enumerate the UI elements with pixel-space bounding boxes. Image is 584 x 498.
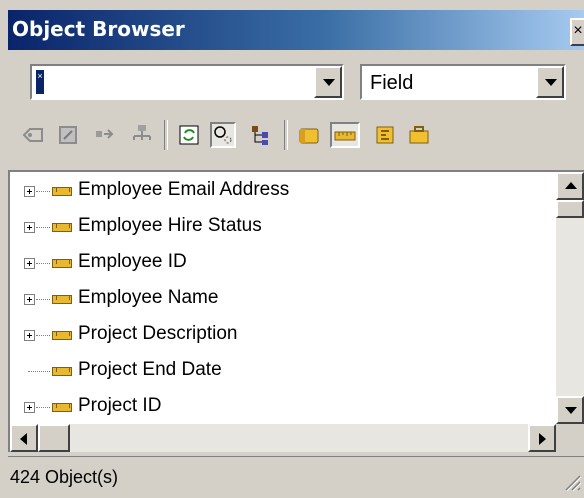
close-icon: ×: [573, 22, 583, 39]
field-icon: [52, 223, 72, 232]
refresh-icon[interactable]: [176, 122, 202, 148]
tree-item[interactable]: Project Description: [10, 320, 550, 350]
tree-item-label: Employee Hire Status: [78, 215, 262, 236]
object-type-dropdown-button[interactable]: [536, 66, 564, 98]
briefcase-icon[interactable]: [406, 122, 432, 148]
tree-item-label: Employee Email Address: [78, 179, 290, 200]
text-cursor-marker: ×: [36, 70, 44, 94]
tree-connector: [36, 407, 50, 409]
tree-connector: [36, 227, 50, 229]
scroll-corner: [556, 424, 584, 452]
scroll-left-button[interactable]: [10, 424, 38, 452]
object-filter-combo[interactable]: ×: [30, 64, 344, 100]
object-type-value: Field: [370, 72, 414, 94]
toolbar-separator: [284, 120, 288, 150]
tree-connector: [28, 371, 50, 373]
resize-grip-icon[interactable]: [562, 472, 582, 492]
vertical-scrollbar[interactable]: [556, 172, 584, 424]
expand-icon[interactable]: [24, 294, 35, 305]
field-icon: [52, 259, 72, 268]
tag-icon[interactable]: [20, 122, 46, 148]
scroll-down-button[interactable]: [556, 396, 584, 424]
tree-item[interactable]: Employee Hire Status: [10, 212, 550, 242]
horizontal-scroll-thumb[interactable]: [38, 424, 70, 452]
hierarchy-icon[interactable]: [128, 122, 154, 148]
window-title: Object Browser: [12, 17, 185, 41]
tree-item[interactable]: Project End Date: [10, 356, 550, 386]
object-tree[interactable]: Employee Email Address Employee Hire Sta…: [8, 170, 584, 452]
tree-item[interactable]: Employee ID: [10, 248, 550, 278]
expand-icon[interactable]: [24, 222, 35, 233]
toolbar: [8, 116, 578, 156]
table-icon[interactable]: [296, 122, 322, 148]
expand-icon[interactable]: [24, 330, 35, 341]
object-filter-dropdown-button[interactable]: [314, 66, 342, 98]
field-icon: [52, 187, 72, 196]
horizontal-scrollbar[interactable]: [10, 424, 556, 452]
tree-item-label: Employee Name: [78, 287, 219, 308]
tree-icon[interactable]: [248, 122, 274, 148]
scroll-right-button[interactable]: [528, 424, 556, 452]
tree-item-label: Project ID: [78, 395, 162, 416]
object-browser-window: Object Browser × × Field Employee Email …: [0, 0, 584, 498]
find-icon[interactable]: [56, 122, 82, 148]
field-icon[interactable]: [330, 122, 360, 148]
tree-connector: [36, 299, 50, 301]
tree-item-label: Employee ID: [78, 251, 187, 272]
goto-icon[interactable]: [92, 122, 118, 148]
object-count: 424 Object(s): [10, 467, 119, 487]
vertical-scroll-thumb[interactable]: [556, 200, 584, 218]
tree-item-label: Project End Date: [78, 359, 222, 380]
field-icon: [52, 403, 72, 412]
document-icon[interactable]: [372, 122, 398, 148]
tree-item[interactable]: Employee Name: [10, 284, 550, 314]
expand-icon[interactable]: [24, 258, 35, 269]
toolbar-separator: [164, 120, 168, 150]
expand-icon[interactable]: [24, 402, 35, 413]
object-type-combo[interactable]: Field: [360, 64, 566, 100]
tree-item-label: Project Description: [78, 323, 238, 344]
tree-item[interactable]: Employee Email Address: [10, 176, 550, 206]
close-button[interactable]: ×: [570, 18, 584, 46]
expand-icon[interactable]: [24, 186, 35, 197]
search-objects-icon[interactable]: [210, 122, 236, 148]
title-bar[interactable]: Object Browser ×: [8, 10, 584, 50]
field-icon: [52, 367, 72, 376]
scroll-up-button[interactable]: [556, 172, 584, 200]
field-icon: [52, 295, 72, 304]
status-bar: 424 Object(s): [8, 456, 584, 496]
tree-item[interactable]: Project ID: [10, 392, 550, 422]
tree-connector: [36, 191, 50, 193]
tree-connector: [36, 263, 50, 265]
field-icon: [52, 331, 72, 340]
tree-connector: [36, 335, 50, 337]
